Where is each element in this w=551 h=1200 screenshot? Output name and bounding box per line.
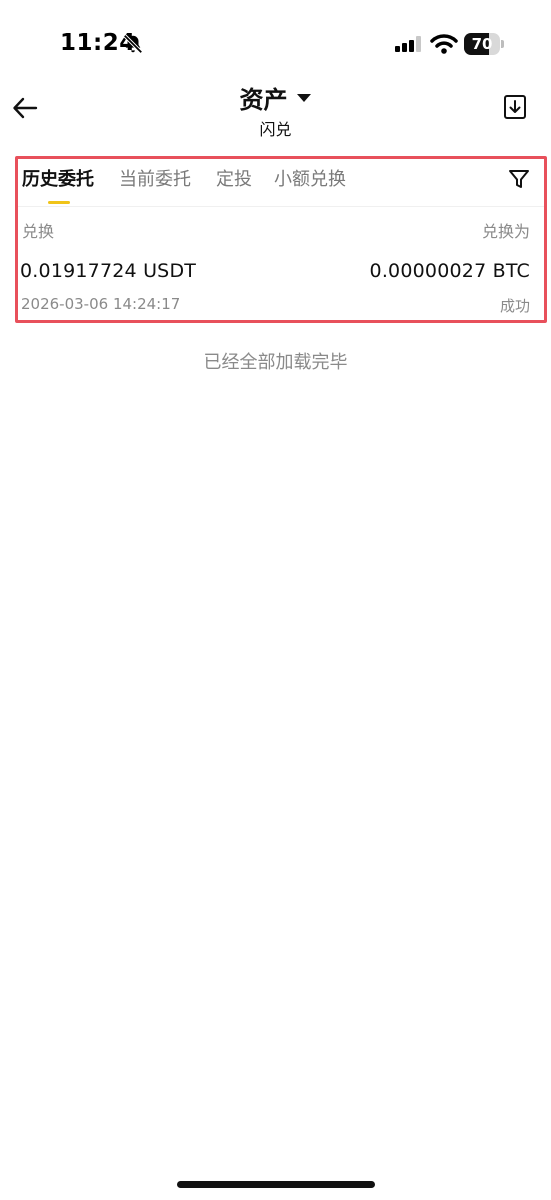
battery-nub [501, 40, 504, 48]
header: 资产 闪兑 [0, 72, 551, 144]
page-title: 资产 [239, 86, 288, 114]
filter-icon[interactable] [508, 168, 530, 190]
active-tab-indicator [48, 201, 70, 204]
battery-level: 70 [471, 35, 493, 53]
column-header-from: 兑换 [22, 222, 55, 241]
tab-current-orders[interactable]: 当前委托 [119, 165, 191, 191]
status-badge: 成功 [499, 297, 530, 315]
tab-history-orders[interactable]: 历史委托 [22, 165, 94, 191]
caret-down-icon [296, 93, 311, 102]
to-amount: 0.00000027 BTC [369, 260, 530, 282]
bell-slash-icon [123, 34, 143, 54]
page-subtitle: 闪兑 [259, 120, 292, 139]
end-of-list-note: 已经全部加载完毕 [203, 352, 348, 373]
tab-recurring-buy[interactable]: 定投 [216, 165, 252, 191]
download-icon[interactable] [503, 94, 527, 120]
column-header-to: 兑换为 [481, 222, 530, 241]
tab-small-convert[interactable]: 小额兑换 [274, 165, 346, 191]
order-history-panel: 历史委托 当前委托 定投 小额兑换 兑换 兑换为 0.01917724 USDT… [15, 156, 547, 323]
home-indicator[interactable] [177, 1181, 375, 1188]
order-tabs: 历史委托 当前委托 定投 小额兑换 [18, 159, 544, 207]
battery-body: 70 [464, 33, 500, 55]
cellular-signal-icon [395, 36, 421, 52]
wifi-icon [430, 34, 458, 54]
title-dropdown[interactable]: 资产 [0, 80, 551, 115]
battery-indicator: 70 [464, 33, 504, 55]
order-time: 2026-03-06 14:24:17 [21, 295, 181, 313]
from-amount: 0.01917724 USDT [20, 260, 197, 282]
